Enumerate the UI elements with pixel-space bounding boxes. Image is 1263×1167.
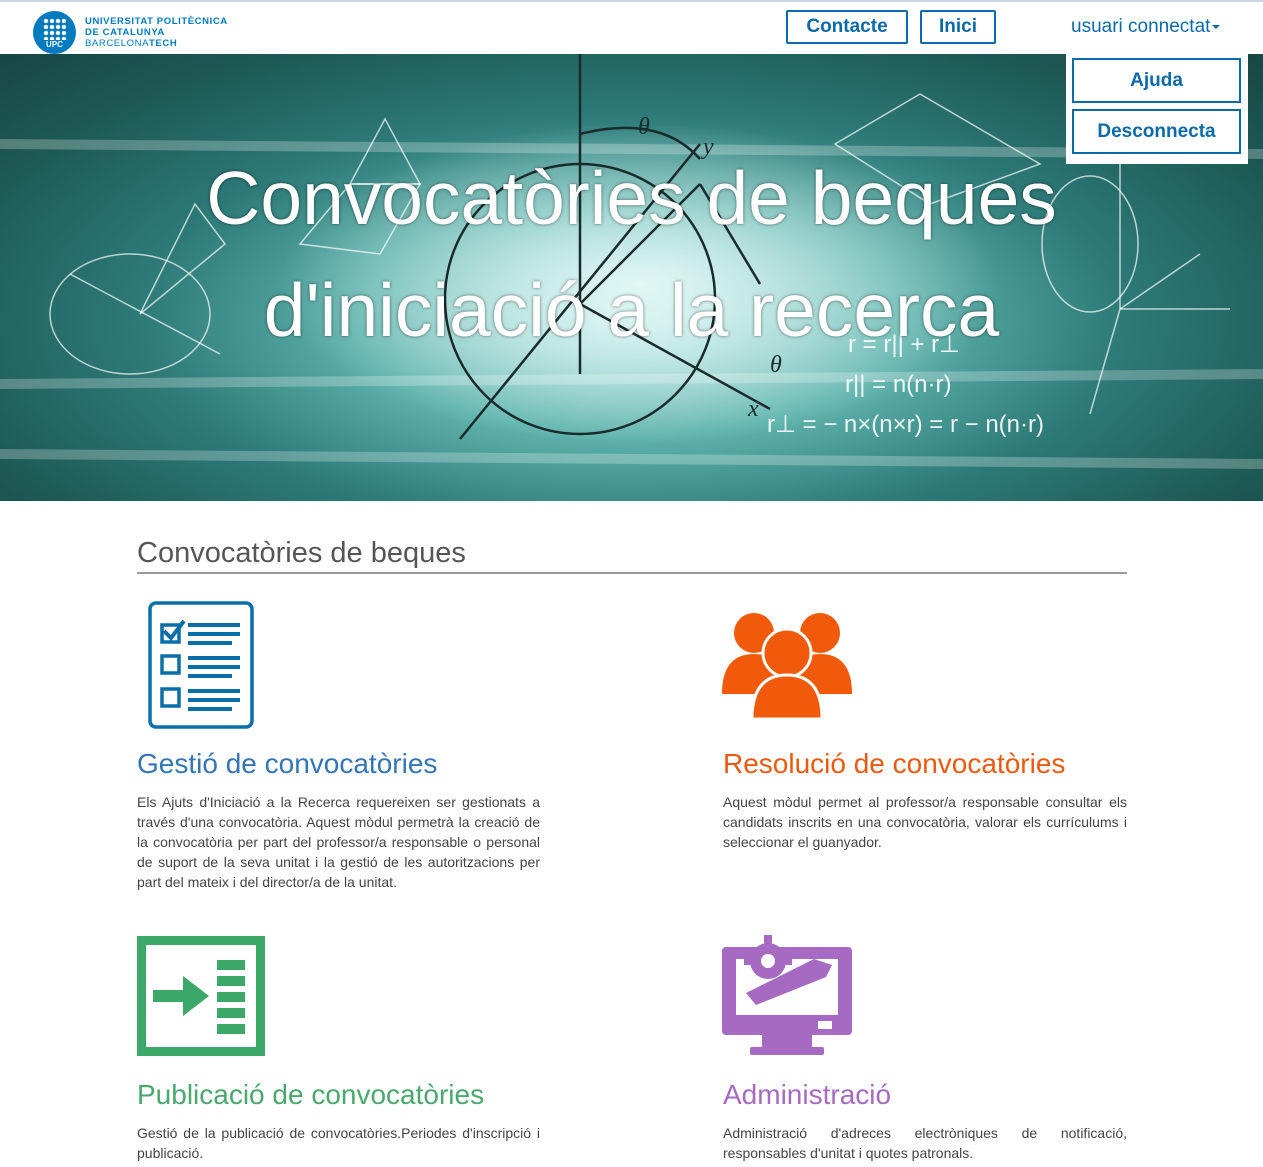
card-resolucio-title[interactable]: Resolució de convocatòries <box>723 748 1065 780</box>
user-menu-toggle[interactable]: usuari connectat <box>1071 16 1221 38</box>
card-resolucio-description: Aquest mòdul permet al professor/a respo… <box>723 794 1127 850</box>
upc-logo-badge: UPC <box>33 11 76 54</box>
card-gestio-title[interactable]: Gestió de convocatòries <box>137 748 437 780</box>
section-title: Convocatòries de beques <box>137 537 466 569</box>
user-menu-label: usuari connectat <box>1071 16 1211 37</box>
svg-text:θ: θ <box>638 114 650 140</box>
checklist-icon[interactable] <box>148 601 254 729</box>
svg-text:r|| = n(n·r): r|| = n(n·r) <box>845 371 951 398</box>
upc-logo[interactable]: UPC UNIVERSITAT POLITÈCNICA DE CATALUNYA… <box>33 11 228 54</box>
users-group-icon[interactable] <box>722 609 852 721</box>
hero-title: Convocatòries de beques d'iniciació a la… <box>0 142 1263 366</box>
admin-monitor-icon[interactable] <box>722 935 852 1057</box>
user-dropdown-menu: Ajuda Desconnecta <box>1066 52 1248 164</box>
logo-line-1: UNIVERSITAT POLITÈCNICA <box>85 16 228 27</box>
logo-wordmark: UNIVERSITAT POLITÈCNICA DE CATALUNYA BAR… <box>85 16 228 49</box>
hero-title-line-2: d'iniciació a la recerca <box>263 268 1000 352</box>
card-administracio-description: Administració d'adreces electròniques de… <box>723 1125 1127 1161</box>
card-publicacio-description: Gestió de la publicació de convocatòries… <box>137 1125 540 1161</box>
publish-list-icon[interactable] <box>137 936 265 1056</box>
ajuda-menu-item[interactable]: Ajuda <box>1072 58 1241 103</box>
top-navbar: UPC UNIVERSITAT POLITÈCNICA DE CATALUNYA… <box>0 0 1263 54</box>
logo-line-2: DE CATALUNYA <box>85 27 165 38</box>
card-publicacio-title[interactable]: Publicació de convocatòries <box>137 1079 484 1111</box>
section-divider <box>137 572 1127 574</box>
contacte-button[interactable]: Contacte <box>786 10 908 44</box>
inici-button[interactable]: Inici <box>920 10 996 44</box>
logo-line-3b: TECH <box>149 38 178 49</box>
svg-text:r⊥ = − n×(n×r) = r − n(n·r): r⊥ = − n×(n×r) = r − n(n·r) <box>767 411 1044 438</box>
desconnecta-menu-item[interactable]: Desconnecta <box>1072 109 1241 154</box>
card-gestio-description: Els Ajuts d'Iniciació a la Recerca reque… <box>137 794 540 890</box>
card-administracio-title[interactable]: Administració <box>723 1079 891 1111</box>
svg-text:x: x <box>747 396 759 422</box>
caret-down-icon <box>1212 24 1221 29</box>
logo-line-3a: BARCELONA <box>85 38 150 49</box>
logo-badge-text: UPC <box>46 40 63 49</box>
